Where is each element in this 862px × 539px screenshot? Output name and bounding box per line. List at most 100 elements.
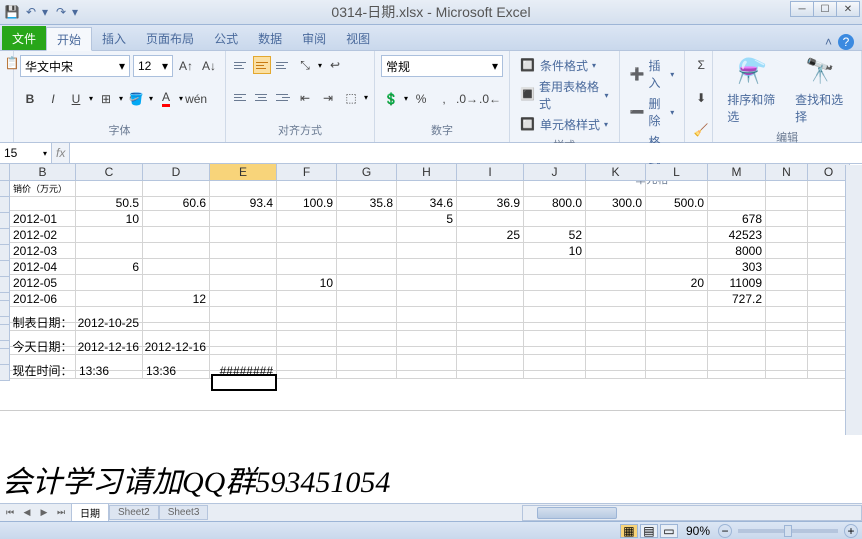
row-header[interactable] xyxy=(0,213,10,229)
cell[interactable] xyxy=(210,227,277,243)
align-right-icon[interactable] xyxy=(274,89,292,107)
cell[interactable] xyxy=(646,315,708,331)
cell[interactable]: 13:36 xyxy=(143,363,210,379)
cell[interactable] xyxy=(646,211,708,227)
cell[interactable]: 52 xyxy=(524,227,586,243)
cell[interactable] xyxy=(524,291,586,307)
cell[interactable] xyxy=(397,291,457,307)
cell[interactable]: 42523 xyxy=(708,227,766,243)
cell[interactable]: 2012-01 xyxy=(10,211,76,227)
cell[interactable]: 5 xyxy=(397,211,457,227)
cell[interactable] xyxy=(766,291,808,307)
cell[interactable] xyxy=(277,363,337,379)
cell[interactable] xyxy=(766,275,808,291)
column-header[interactable]: O xyxy=(808,164,850,181)
fill-icon[interactable]: ⬇ xyxy=(691,88,711,108)
sheet-nav-prev-icon[interactable]: ◀ xyxy=(19,506,35,520)
view-normal-icon[interactable]: ▦ xyxy=(620,524,638,538)
cell[interactable]: ######## xyxy=(210,363,277,379)
cell[interactable]: 2012-02 xyxy=(10,227,76,243)
cell[interactable] xyxy=(808,259,850,275)
cell[interactable]: 10 xyxy=(277,275,337,291)
cell[interactable]: 25 xyxy=(457,227,524,243)
clear-icon[interactable]: 🧹 xyxy=(691,120,711,140)
cell[interactable] xyxy=(457,259,524,275)
cell[interactable]: 800.0 xyxy=(524,195,586,211)
cell[interactable] xyxy=(397,243,457,259)
cell[interactable] xyxy=(337,315,397,331)
cell[interactable] xyxy=(524,315,586,331)
cell[interactable] xyxy=(708,339,766,355)
cell[interactable] xyxy=(766,195,808,211)
cell[interactable]: 10 xyxy=(524,243,586,259)
column-header[interactable]: H xyxy=(397,164,457,181)
cell[interactable] xyxy=(766,243,808,259)
row-header[interactable] xyxy=(0,245,10,261)
font-size-select[interactable]: 12▾ xyxy=(133,55,173,77)
cell[interactable] xyxy=(708,363,766,379)
cell[interactable] xyxy=(646,259,708,275)
cell[interactable] xyxy=(143,315,210,331)
cell[interactable]: 13:36 xyxy=(76,363,143,379)
cell[interactable] xyxy=(586,227,646,243)
row-header[interactable] xyxy=(0,349,10,365)
cell[interactable] xyxy=(646,363,708,379)
cell[interactable]: 500.0 xyxy=(646,195,708,211)
cell[interactable] xyxy=(708,195,766,211)
qat-customize-icon[interactable]: ▾ xyxy=(72,5,80,19)
cell[interactable] xyxy=(457,363,524,379)
tab-layout[interactable]: 页面布局 xyxy=(136,26,204,50)
cell[interactable] xyxy=(337,211,397,227)
cell[interactable]: 20 xyxy=(646,275,708,291)
cell[interactable] xyxy=(277,211,337,227)
cell[interactable]: 2012-06 xyxy=(10,291,76,307)
cell[interactable]: 727.2 xyxy=(708,291,766,307)
horizontal-scrollbar[interactable] xyxy=(522,505,862,521)
column-header[interactable]: G xyxy=(337,164,397,181)
column-header[interactable]: C xyxy=(76,164,143,181)
shrink-font-icon[interactable]: A↓ xyxy=(199,56,219,76)
decrease-indent-icon[interactable]: ⇤ xyxy=(295,88,315,108)
cell-styles-button[interactable]: 🔲单元格样式▾ xyxy=(516,114,613,135)
cell[interactable]: 12 xyxy=(143,291,210,307)
cell[interactable] xyxy=(210,291,277,307)
cell[interactable] xyxy=(210,243,277,259)
cell[interactable] xyxy=(337,243,397,259)
cell[interactable]: 8000 xyxy=(708,243,766,259)
underline-button[interactable]: U xyxy=(66,89,86,109)
cell[interactable] xyxy=(586,315,646,331)
cell[interactable] xyxy=(397,259,457,275)
tab-view[interactable]: 视图 xyxy=(336,26,380,50)
cell[interactable] xyxy=(524,211,586,227)
phonetic-icon[interactable]: wén xyxy=(186,89,206,109)
close-button[interactable]: ✕ xyxy=(836,1,860,17)
format-table-button[interactable]: 🔳套用表格格式▾ xyxy=(516,76,613,114)
name-box[interactable]: 15▾ xyxy=(0,143,52,163)
autosum-icon[interactable]: Σ xyxy=(691,55,711,75)
cell[interactable] xyxy=(337,275,397,291)
cell[interactable] xyxy=(766,227,808,243)
cell[interactable] xyxy=(277,291,337,307)
cell[interactable] xyxy=(808,227,850,243)
cell[interactable] xyxy=(586,363,646,379)
cell[interactable] xyxy=(646,291,708,307)
cell[interactable] xyxy=(337,291,397,307)
cell[interactable] xyxy=(397,275,457,291)
minimize-button[interactable]: ─ xyxy=(790,1,814,17)
sheet-tab[interactable]: Sheet2 xyxy=(109,505,159,520)
column-header[interactable]: F xyxy=(277,164,337,181)
fill-color-icon[interactable]: 🪣 xyxy=(126,89,146,109)
tab-file[interactable]: 文件 xyxy=(2,26,46,50)
undo-dropdown-icon[interactable]: ▾ xyxy=(42,5,50,19)
cell[interactable] xyxy=(808,291,850,307)
wrap-text-icon[interactable]: ↩ xyxy=(325,55,345,75)
cell[interactable] xyxy=(766,315,808,331)
orientation-icon[interactable]: ⤡ xyxy=(295,55,315,75)
cell[interactable] xyxy=(808,315,850,331)
fx-icon[interactable]: fx xyxy=(56,146,65,160)
increase-decimal-icon[interactable]: .0→ xyxy=(457,89,477,109)
cell[interactable] xyxy=(397,339,457,355)
cell[interactable]: 100.9 xyxy=(277,195,337,211)
conditional-format-button[interactable]: 🔲条件格式▾ xyxy=(516,55,613,76)
italic-button[interactable]: I xyxy=(43,89,63,109)
